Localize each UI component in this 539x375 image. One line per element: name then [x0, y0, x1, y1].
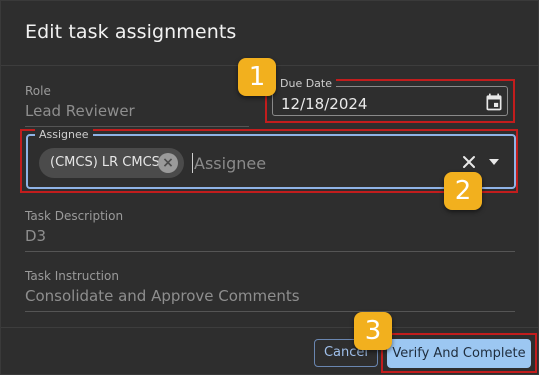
task-description-value: D3: [25, 227, 47, 245]
task-instruction-label: Task Instruction: [25, 269, 119, 283]
due-date-label: Due Date: [276, 77, 336, 90]
due-date-value[interactable]: 12/18/2024: [281, 95, 367, 113]
step-badge-3: 3: [354, 312, 392, 350]
edit-task-dialog: Edit task assignments Role Lead Reviewer…: [0, 0, 539, 375]
assignee-label: Assignee: [35, 128, 93, 141]
task-instruction-underline: [25, 311, 515, 312]
text-cursor: [192, 153, 193, 173]
role-value: Lead Reviewer: [25, 102, 135, 120]
assignee-chip[interactable]: (CMCS) LR CMCS ×: [39, 148, 184, 178]
footer-divider: [1, 327, 539, 328]
task-description-label: Task Description: [25, 209, 124, 223]
verify-and-complete-button[interactable]: Verify And Complete: [387, 339, 531, 368]
task-description-underline: [25, 251, 515, 252]
step-badge-1: 1: [238, 58, 276, 96]
chip-remove-icon[interactable]: ×: [158, 153, 178, 173]
assignee-chip-label: (CMCS) LR CMCS: [50, 155, 160, 170]
chevron-down-icon[interactable]: [488, 158, 500, 166]
assignee-input[interactable]: [194, 151, 434, 175]
role-underline: [25, 126, 249, 127]
task-instruction-value: Consolidate and Approve Comments: [25, 287, 300, 305]
dialog-title: Edit task assignments: [25, 21, 237, 43]
calendar-icon[interactable]: [484, 92, 504, 112]
role-label: Role: [25, 84, 51, 98]
step-badge-2: 2: [444, 172, 482, 210]
close-icon[interactable]: [461, 154, 477, 170]
